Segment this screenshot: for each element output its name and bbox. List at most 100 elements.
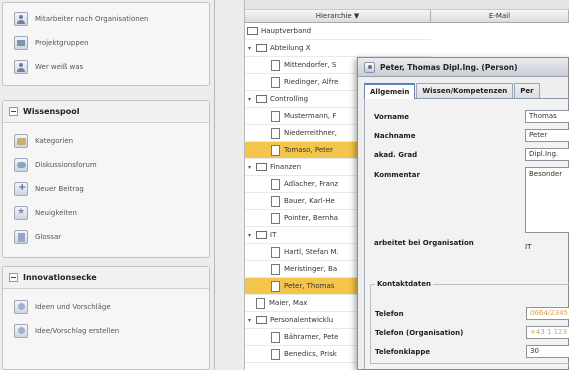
expand-toggle-icon[interactable]: ▾ <box>248 164 251 171</box>
document-icon <box>271 263 280 275</box>
nav-item-diskussionsforum[interactable]: Diskussionsforum <box>3 153 209 177</box>
dialog-titlebar[interactable]: Peter, Thomas Dipl.Ing. (Person) <box>358 58 568 77</box>
tab-allgemein[interactable]: Allgemein <box>364 83 416 99</box>
document-icon <box>271 127 280 139</box>
tree-row-label: Hartl, Stefan M. <box>284 248 339 256</box>
expand-toggle-icon[interactable]: ▾ <box>248 45 251 52</box>
collapse-icon[interactable] <box>9 273 18 282</box>
person-app-icon <box>364 61 375 73</box>
akad-grad-field[interactable]: Dipl.Ing. <box>525 148 569 161</box>
folder-icon <box>14 134 28 148</box>
tree-row-label: Hauptverband <box>261 27 312 35</box>
dialog-tabs: Allgemein Wissen/Kompetenzen Per <box>364 83 569 99</box>
section-title: Innovationsecke <box>23 273 97 282</box>
tree-row-label: Peter, Thomas <box>284 282 335 290</box>
lightbulb-icon <box>14 324 28 338</box>
person-icon <box>14 12 28 26</box>
expand-toggle-icon[interactable]: ▾ <box>248 232 251 239</box>
nav-item-glossar[interactable]: Glossar <box>3 225 209 249</box>
organisation-label: arbeitet bei Organisation <box>374 239 474 247</box>
nachname-field[interactable]: Peter <box>525 129 569 142</box>
tree-row-label: Bähramer, Pete <box>284 333 339 341</box>
section-header-wissenspool[interactable]: Wissenspool <box>3 101 209 123</box>
chat-icon <box>14 158 28 172</box>
folder-icon <box>247 27 258 35</box>
nav-item-label: Kategorien <box>35 137 74 145</box>
tree-row-label: Benedics, Prisk <box>284 350 337 358</box>
tree-row-label: Finanzen <box>270 163 302 171</box>
nav-item-idee-erstellen[interactable]: Idee/Vorschlag erstellen <box>3 319 209 343</box>
tree-row-label: Abteilung X <box>270 44 311 52</box>
document-icon <box>271 59 280 71</box>
folder-icon <box>256 316 267 324</box>
nav-item-mitarbeiter[interactable]: Mitarbeiter nach Organisationen <box>3 7 209 31</box>
document-icon <box>256 297 265 309</box>
tree-row-label: Tomaso, Peter <box>284 146 334 154</box>
tree-row-label: Niederreithner, <box>284 129 337 137</box>
tab-wissen-kompetenzen[interactable]: Wissen/Kompetenzen <box>416 83 514 98</box>
table-toolbar-strip <box>245 0 569 10</box>
document-icon <box>271 348 280 360</box>
folder-icon <box>256 44 267 52</box>
kontaktdaten-title: Kontaktdaten <box>375 280 433 288</box>
folder-icon <box>256 95 267 103</box>
column-header-email[interactable]: E-Mail <box>431 10 569 22</box>
tree-row-label: Bauer, Karl-He <box>284 197 335 205</box>
section-title: Wissenspool <box>23 107 80 116</box>
document-icon <box>271 178 280 190</box>
telefonklappe-field[interactable]: 30 <box>526 345 569 358</box>
nav-item-projektgruppen[interactable]: Projektgruppen <box>3 31 209 55</box>
nav-item-kategorien[interactable]: Kategorien <box>3 129 209 153</box>
dialog-title: Peter, Thomas Dipl.Ing. (Person) <box>380 62 518 72</box>
organisation-value[interactable]: IT <box>525 243 531 251</box>
nav-item-label: Wer weiß was <box>35 63 84 71</box>
document-icon <box>271 280 280 292</box>
tab-person[interactable]: Per <box>514 83 540 98</box>
lightbulb-icon <box>14 300 28 314</box>
nav-item-neuigkeiten[interactable]: Neuigkeiten <box>3 201 209 225</box>
vorname-label: Vorname <box>374 113 410 121</box>
tree-row-label: Mittendorfer, S <box>284 61 337 69</box>
section-organisation: Mitarbeiter nach Organisationen Projektg… <box>2 2 210 86</box>
tree-row-label: Riedinger, Alfre <box>284 78 339 86</box>
tree-row[interactable]: Hauptverband <box>245 23 431 40</box>
kommentar-field[interactable]: Besonder <box>525 167 569 233</box>
nav-item-label: Neuigkeiten <box>35 209 77 217</box>
navigation-panel: Mitarbeiter nach Organisationen Projektg… <box>0 0 214 370</box>
vorname-field[interactable]: Thomas <box>525 110 569 123</box>
tree-row-label: Adlacher, Franz <box>284 180 339 188</box>
document-icon <box>271 110 280 122</box>
telefonklappe-label: Telefonklappe <box>375 348 431 356</box>
nachname-label: Nachname <box>374 132 416 140</box>
nav-item-neuer-beitrag[interactable]: Neuer Beitrag <box>3 177 209 201</box>
tree-row[interactable]: ▾ Abteilung X <box>245 40 431 57</box>
nav-item-label: Ideen und Vorschläge <box>35 303 111 311</box>
nav-item-label: Projektgruppen <box>35 39 89 47</box>
plus-icon <box>14 182 28 196</box>
document-icon <box>271 195 280 207</box>
group-icon <box>14 36 28 50</box>
kommentar-label: Kommentar <box>374 171 420 179</box>
expand-toggle-icon[interactable]: ▾ <box>248 96 251 103</box>
tree-row-label: Personalentwicklu <box>270 316 334 324</box>
section-wissenspool: Wissenspool Kategorien Diskussionsforum … <box>2 100 210 258</box>
column-header-hierarchy[interactable]: Hierarchie ▼ <box>245 10 431 22</box>
splitter-gutter[interactable] <box>215 0 245 370</box>
person-dialog: Peter, Thomas Dipl.Ing. (Person) Allgeme… <box>357 57 569 370</box>
akad-grad-label: akad. Grad <box>374 151 418 159</box>
tree-row-label: Mustermann, F <box>284 112 337 120</box>
book-icon <box>14 230 28 244</box>
nav-item-wer-weiss-was[interactable]: Wer weiß was <box>3 55 209 79</box>
document-icon <box>271 144 280 156</box>
telefon-organisation-field[interactable]: +43 1 123 <box>526 326 569 339</box>
telefon-field[interactable]: 0664/2345 <box>526 307 569 320</box>
expand-toggle-icon[interactable]: ▾ <box>248 317 251 324</box>
section-innovationsecke: Innovationsecke Ideen und Vorschläge Ide… <box>2 266 210 370</box>
telefon-organisation-label: Telefon (Organisation) <box>375 329 464 337</box>
tree-row-label: Pointer, Bernha <box>284 214 339 222</box>
nav-item-ideen[interactable]: Ideen und Vorschläge <box>3 295 209 319</box>
collapse-icon[interactable] <box>9 107 18 116</box>
document-icon <box>271 246 280 258</box>
section-header-innovationsecke[interactable]: Innovationsecke <box>3 267 209 289</box>
nav-item-label: Idee/Vorschlag erstellen <box>35 327 120 335</box>
